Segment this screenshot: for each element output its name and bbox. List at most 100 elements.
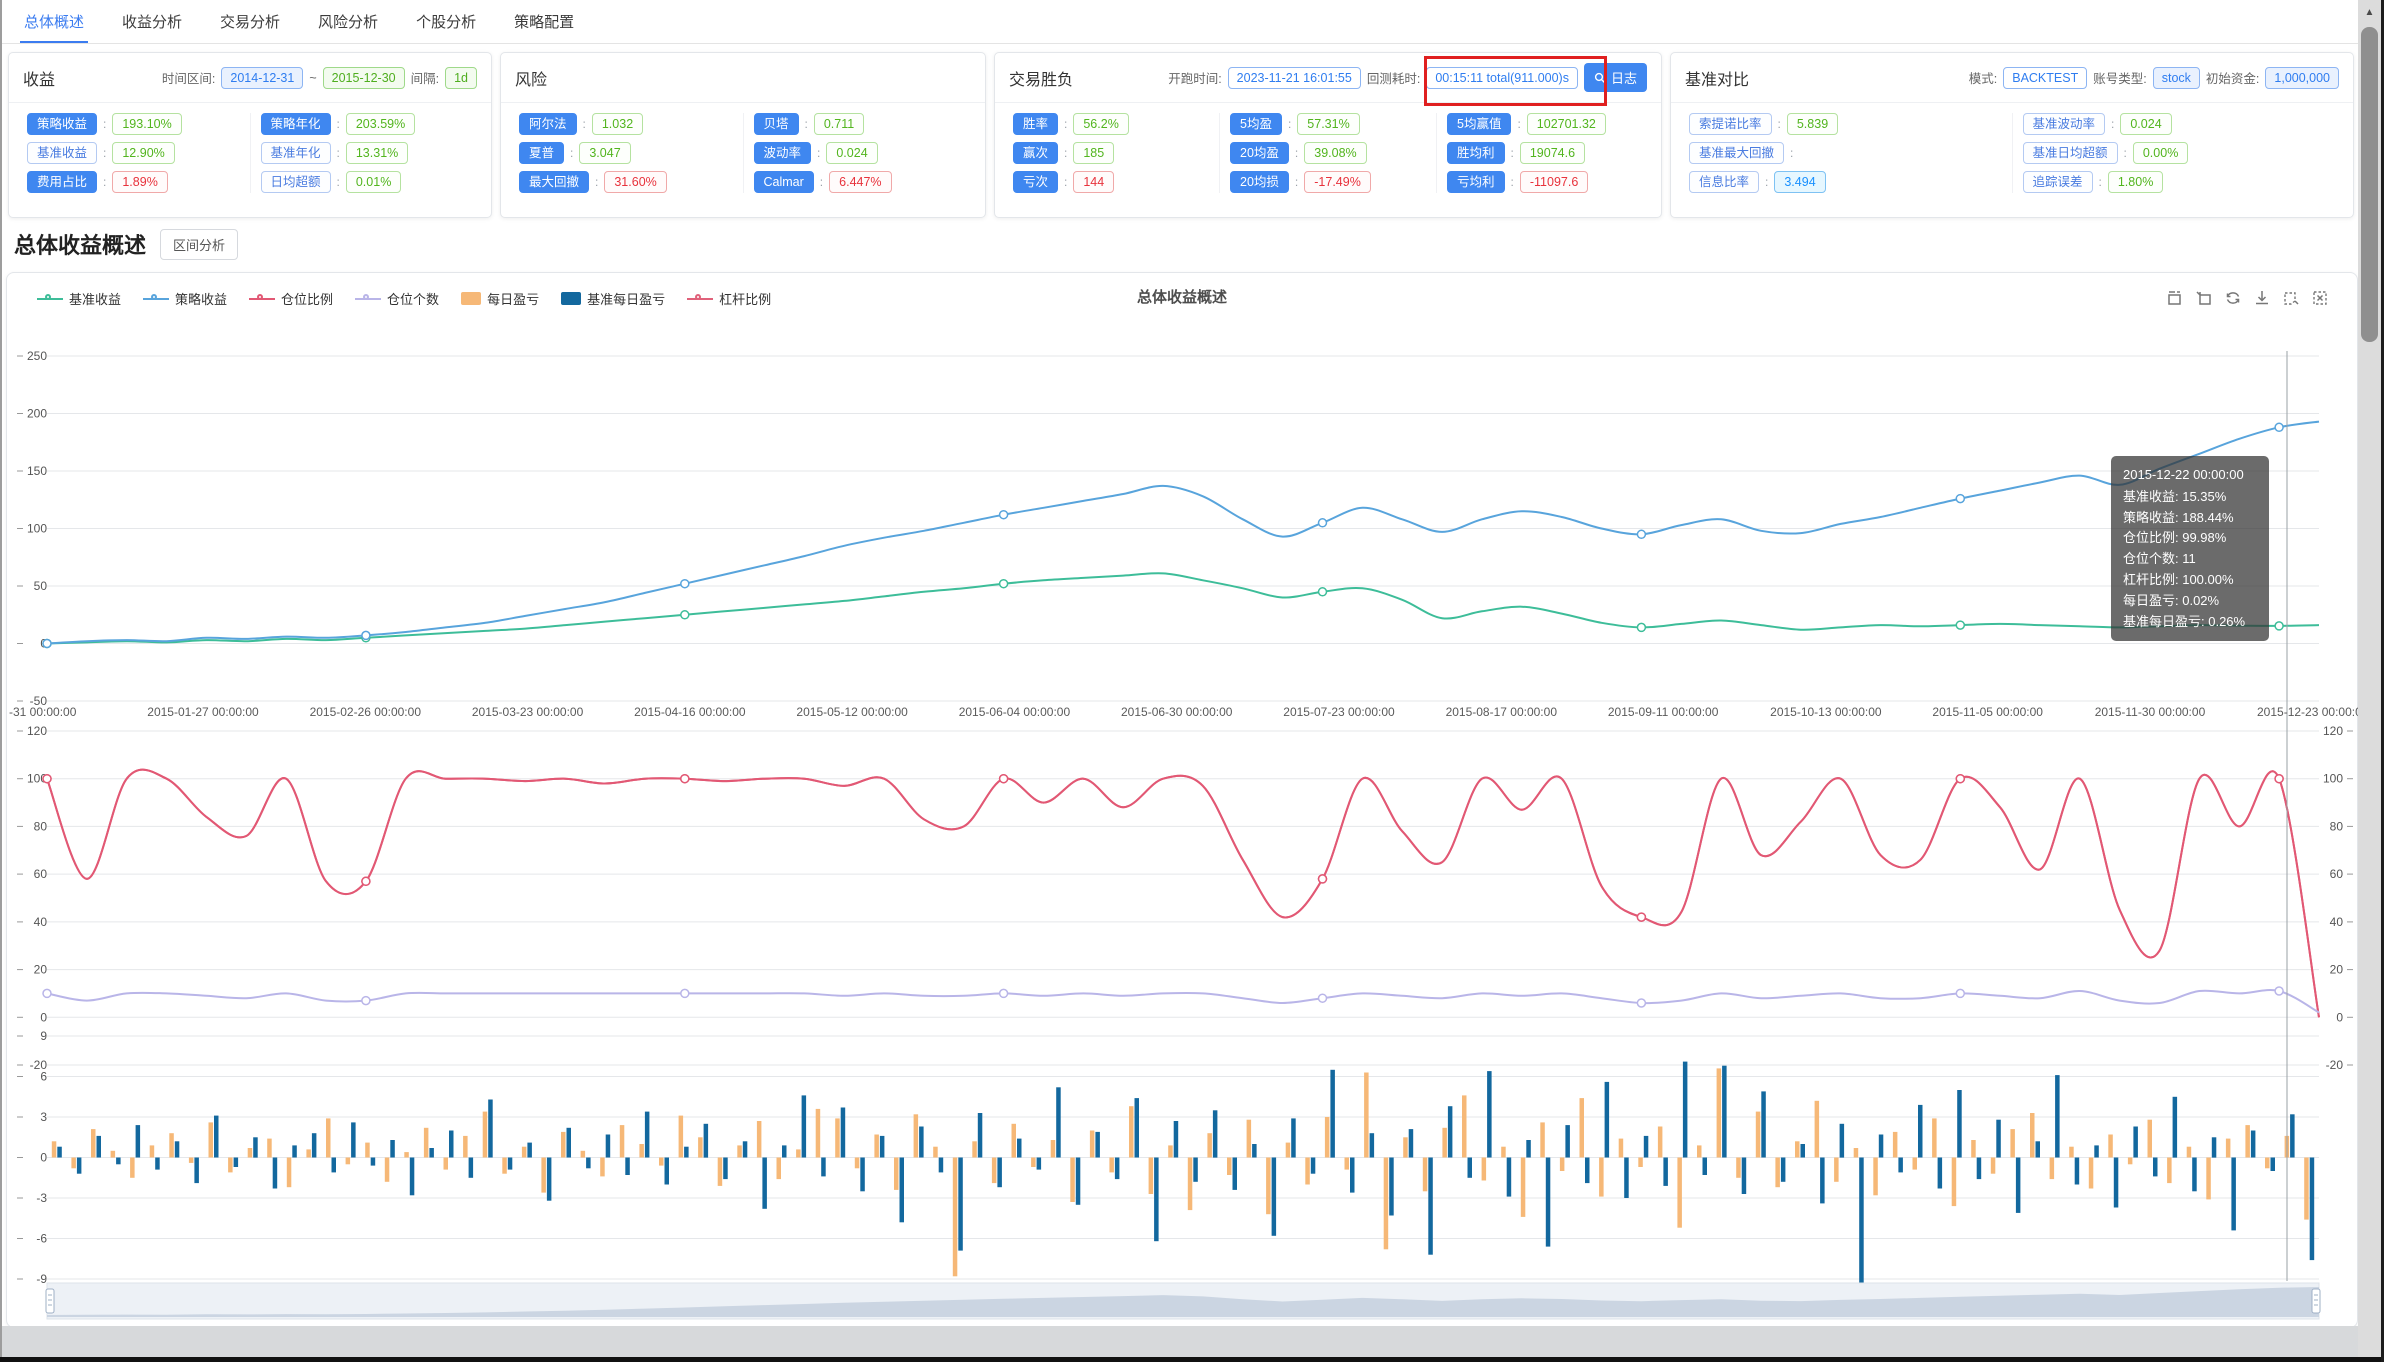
- bar-基准每日盈亏: [194, 1158, 199, 1184]
- log-button[interactable]: 日志: [1584, 63, 1647, 92]
- account-type-value[interactable]: stock: [2153, 67, 2200, 89]
- initial-capital-value[interactable]: 1,000,000: [2265, 67, 2339, 89]
- y-axis-label-right: 80: [2330, 819, 2344, 833]
- datazoom-icon[interactable]: [2166, 289, 2184, 307]
- series-marker: [43, 989, 51, 997]
- bar-每日盈亏: [1913, 1158, 1918, 1170]
- bar-每日盈亏: [424, 1128, 429, 1158]
- run-time-label: 开跑时间:: [1168, 68, 1221, 87]
- bar-基准每日盈亏: [1409, 1129, 1414, 1157]
- legend-item-仓位比例[interactable]: 仓位比例: [249, 289, 333, 308]
- bar-每日盈亏: [52, 1141, 57, 1157]
- range-analysis-button[interactable]: 区间分析: [160, 229, 238, 260]
- chart-canvas[interactable]: 250200150100500-501201201001008080606040…: [7, 273, 2357, 1327]
- series-marker: [2275, 423, 2283, 431]
- stat-benchmark-max-drawdown: 基准最大回撤:: [1689, 142, 2002, 164]
- save-image-icon[interactable]: [2253, 289, 2271, 307]
- interval-input[interactable]: 1d: [445, 67, 477, 89]
- stat-value: 3.047: [579, 142, 630, 164]
- bar-每日盈亏: [2128, 1158, 2133, 1165]
- bar-基准每日盈亏: [880, 1136, 885, 1158]
- bar-每日盈亏: [1207, 1133, 1212, 1157]
- bar-每日盈亏: [522, 1147, 527, 1158]
- tab-return-analysis[interactable]: 收益分析: [118, 1, 186, 43]
- bar-基准每日盈亏: [527, 1143, 532, 1158]
- y-axis-label: -9: [36, 1272, 47, 1286]
- legend-item-基准每日盈亏[interactable]: 基准每日盈亏: [561, 289, 665, 308]
- bar-每日盈亏: [1736, 1158, 1741, 1178]
- series-marker: [1000, 511, 1008, 519]
- bar-每日盈亏: [874, 1135, 879, 1158]
- tab-stock-analysis[interactable]: 个股分析: [412, 1, 480, 43]
- bar-每日盈亏: [1952, 1158, 1957, 1207]
- stat-label: 阿尔法: [519, 113, 577, 135]
- bar-基准每日盈亏: [743, 1141, 748, 1157]
- bar-每日盈亏: [737, 1145, 742, 1157]
- stat-label: 基准最大回撤: [1689, 142, 1784, 164]
- stat-label: 日均超额: [261, 171, 331, 193]
- bar-每日盈亏: [1638, 1158, 1643, 1168]
- y-axis-label: 250: [27, 349, 47, 363]
- bar-每日盈亏: [796, 1149, 801, 1157]
- benchmark-panel-title: 基准对比: [1685, 66, 1749, 90]
- tab-trade-analysis[interactable]: 交易分析: [216, 1, 284, 43]
- bar-每日盈亏: [835, 1118, 840, 1157]
- legend-item-基准收益[interactable]: 基准收益: [37, 289, 121, 308]
- legend-item-仓位个数[interactable]: 仓位个数: [355, 289, 439, 308]
- bar-基准每日盈亏: [1663, 1158, 1668, 1186]
- bar-基准每日盈亏: [1742, 1158, 1747, 1195]
- bar-每日盈亏: [346, 1158, 351, 1165]
- series-marker: [1637, 623, 1645, 631]
- mode-value[interactable]: BACKTEST: [2003, 67, 2087, 89]
- run-time-value[interactable]: 2023-11-21 16:01:55: [1228, 67, 1361, 89]
- restore-icon[interactable]: [2224, 289, 2242, 307]
- tab-strategy-config[interactable]: 策略配置: [510, 1, 578, 43]
- series-marker: [1319, 994, 1327, 1002]
- scrollbar-up-arrow[interactable]: ▲: [2358, 0, 2381, 24]
- tab-overview[interactable]: 总体概述: [20, 1, 88, 43]
- page-scrollbar[interactable]: ▲: [2358, 0, 2381, 1357]
- bar-每日盈亏: [71, 1158, 76, 1169]
- scrollbar-thumb[interactable]: [2361, 27, 2378, 342]
- series-marker: [1319, 588, 1327, 596]
- bar-每日盈亏: [1482, 1158, 1487, 1181]
- stat-label: 基准收益: [27, 142, 97, 164]
- legend-label: 基准每日盈亏: [587, 289, 665, 308]
- y-axis-label-right: 0: [2336, 1010, 2343, 1024]
- y-axis-label: 0: [40, 1151, 47, 1165]
- bar-基准每日盈亏: [1448, 1106, 1453, 1157]
- stat-avg5-gain: 5均盈:57.31%: [1230, 113, 1426, 135]
- bar-每日盈亏: [1325, 1117, 1330, 1158]
- legend-item-策略收益[interactable]: 策略收益: [143, 289, 227, 308]
- brush-select-icon[interactable]: [2282, 289, 2300, 307]
- bar-基准每日盈亏: [978, 1113, 983, 1158]
- stat-label: 追踪误差: [2023, 171, 2093, 193]
- series-marker: [43, 775, 51, 783]
- end-date-input[interactable]: 2015-12-30: [323, 67, 405, 89]
- datazoom-reset-icon[interactable]: [2195, 289, 2213, 307]
- stat-label: 5均赢值: [1447, 113, 1511, 135]
- bar-基准每日盈亏: [1781, 1158, 1786, 1182]
- legend-item-每日盈亏[interactable]: 每日盈亏: [461, 289, 539, 308]
- bar-基准每日盈亏: [1546, 1158, 1551, 1247]
- backtest-cost-value[interactable]: 00:15:11 total(911.000)s: [1426, 67, 1578, 89]
- income-panel-title: 收益: [23, 66, 55, 90]
- bar-基准每日盈亏: [900, 1158, 905, 1223]
- benchmark-panel: 基准对比 模式: BACKTEST 账号类型: stock 初始资金: 1,00…: [1670, 52, 2354, 218]
- stat-avg20-gain: 20均盈:39.08%: [1230, 142, 1426, 164]
- bar-每日盈亏: [404, 1152, 409, 1157]
- bar-基准每日盈亏: [2212, 1137, 2217, 1157]
- stat-calmar: Calmar:6.447%: [754, 171, 968, 193]
- brush-clear-icon[interactable]: [2311, 289, 2329, 307]
- legend-item-杠杆比例[interactable]: 杠杆比例: [687, 289, 771, 308]
- bar-基准每日盈亏: [1938, 1158, 1943, 1189]
- bar-每日盈亏: [306, 1149, 311, 1157]
- start-date-input[interactable]: 2014-12-31: [221, 67, 303, 89]
- bar-基准每日盈亏: [1507, 1158, 1512, 1197]
- series-marker: [1956, 621, 1964, 629]
- stat-daily-excess: 日均超额:0.01%: [261, 171, 474, 193]
- bar-每日盈亏: [1677, 1158, 1682, 1228]
- stat-value: 144: [1073, 171, 1114, 193]
- tab-risk-analysis[interactable]: 风险分析: [314, 1, 382, 43]
- stat-value: 5.839: [1787, 113, 1838, 135]
